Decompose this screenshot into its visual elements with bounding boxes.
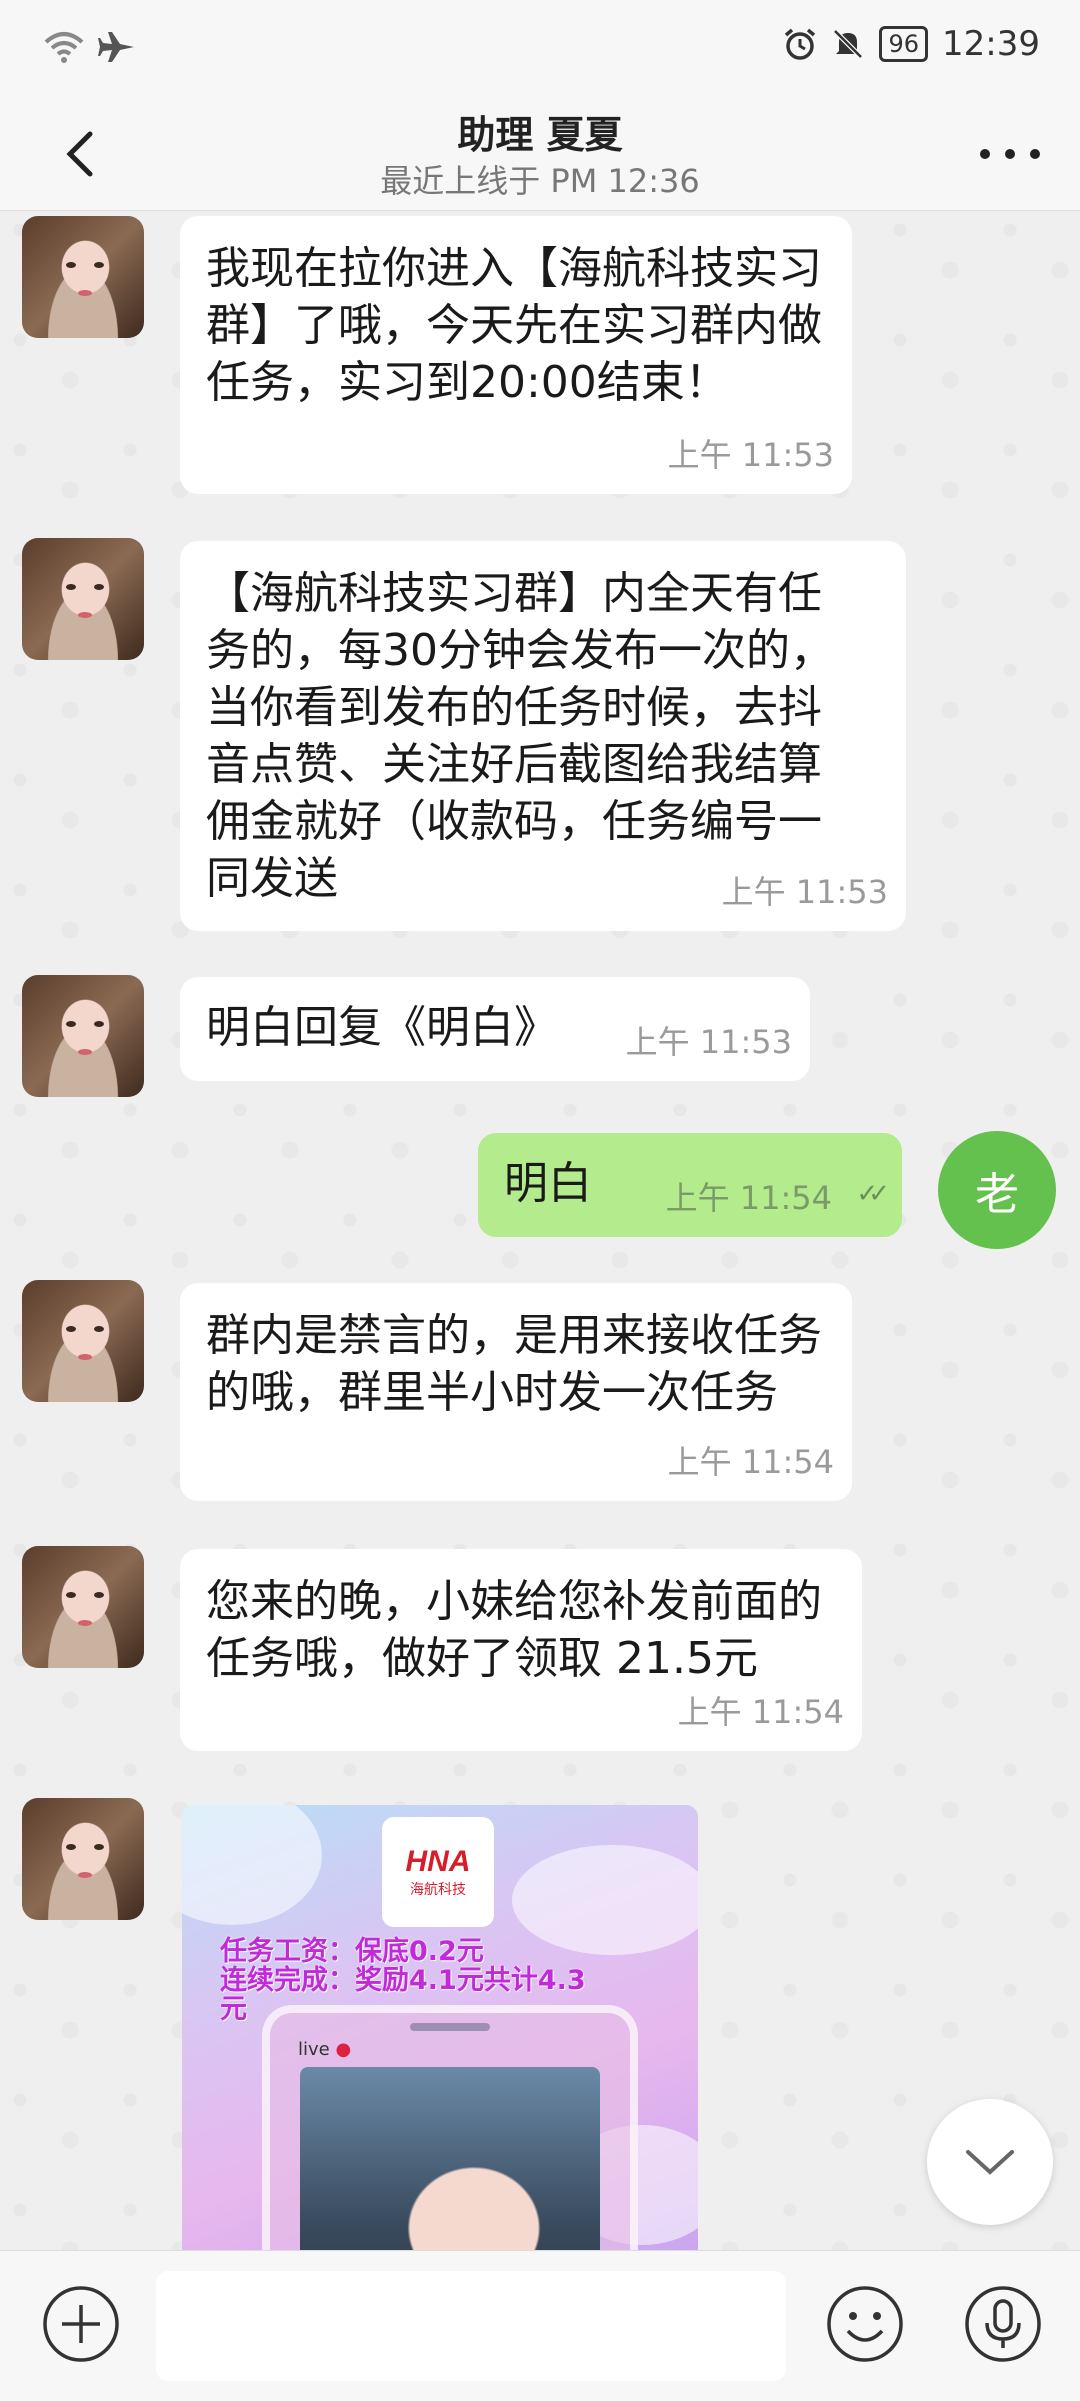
message-time: 上午 11:54 <box>667 1443 834 1481</box>
message-text: 【海航科技实习群】内全天有任务的，每30分钟会发布一次的，当你看到发布的任务时候… <box>206 568 834 904</box>
more-dot-icon <box>1030 149 1040 159</box>
more-dot-icon <box>980 149 990 159</box>
alarm-icon <box>785 28 816 60</box>
chevron-down-icon <box>966 2150 1014 2175</box>
message-time: 上午 11:53 <box>667 436 834 474</box>
emoji-button[interactable] <box>824 2283 906 2365</box>
wifi-icon <box>44 32 84 63</box>
message-bubble[interactable]: 我现在拉你进入【海航科技实习群】了哦，今天先在实习群内做任务，实习到20:00结… <box>180 216 852 494</box>
battery-icon: 96 <box>879 26 929 62</box>
message-text: 群内是禁言的，是用来接收任务的哦，群里半小时发一次任务 <box>206 1310 822 1418</box>
message-time: 上午 11:54 <box>665 1179 832 1217</box>
message-input[interactable] <box>156 2271 786 2381</box>
status-time: 12:39 <box>942 24 1040 64</box>
message-bubble[interactable]: 群内是禁言的，是用来接收任务的哦，群里半小时发一次任务 上午 11:54 <box>180 1283 852 1501</box>
plus-circle-icon <box>43 2286 119 2362</box>
portrait-photo <box>300 2067 600 2250</box>
my-message-bubble[interactable]: 明白 上午 11:54 ✓✓ <box>478 1133 902 1237</box>
contact-avatar[interactable] <box>22 538 144 660</box>
smiley-icon <box>827 2286 903 2362</box>
chat-title: 助理 夏夏 <box>457 113 623 157</box>
voice-button[interactable] <box>962 2283 1044 2365</box>
phone-frame: live ● <box>262 2005 638 2250</box>
scroll-to-bottom-button[interactable] <box>927 2099 1053 2225</box>
contact-avatar[interactable] <box>22 1798 144 1920</box>
cloud-decoration <box>182 1805 322 1925</box>
mute-icon <box>833 29 864 59</box>
message-time: 上午 11:53 <box>625 1023 792 1061</box>
contact-avatar[interactable] <box>22 1546 144 1668</box>
message-time: 上午 11:54 <box>677 1693 844 1731</box>
message-input-bar <box>0 2250 1080 2401</box>
message-bubble[interactable]: 【海航科技实习群】内全天有任务的，每30分钟会发布一次的，当你看到发布的任务时候… <box>180 541 906 931</box>
message-text: 我现在拉你进入【海航科技实习群】了哦，今天先在实习群内做任务，实习到20:00结… <box>206 243 822 408</box>
hna-logo: HNA 海航科技 <box>382 1817 494 1927</box>
message-bubble[interactable]: 明白回复《明白》 上午 11:53 <box>180 977 810 1081</box>
attach-button[interactable] <box>40 2283 122 2365</box>
status-bar: 96 12:39 <box>0 0 1080 96</box>
live-label: live ● <box>298 2039 352 2060</box>
message-text: 您来的晚，小妹给您补发前面的任务哦，做好了领取 21.5元 <box>206 1576 822 1684</box>
microphone-icon <box>965 2286 1041 2362</box>
airplane-icon <box>98 32 134 62</box>
message-bubble[interactable]: 您来的晚，小妹给您补发前面的任务哦，做好了领取 21.5元 上午 11:54 <box>180 1549 862 1751</box>
chat-header: 助理 夏夏 最近上线于 PM 12:36 <box>0 96 1080 211</box>
phone-notch <box>410 2023 490 2031</box>
self-avatar[interactable]: 老 <box>938 1131 1056 1249</box>
read-check-icon: ✓✓ <box>856 1179 889 1209</box>
contact-avatar[interactable] <box>22 975 144 1097</box>
image-message[interactable]: HNA 海航科技 任务工资：保底0.2元 连续完成：奖励4.1元共计4.3 元 … <box>182 1805 698 2250</box>
contact-avatar[interactable] <box>22 216 144 338</box>
contact-avatar[interactable] <box>22 1280 144 1402</box>
message-time: 上午 11:53 <box>721 873 888 911</box>
more-options-button[interactable] <box>980 134 1040 174</box>
last-seen-status: 最近上线于 PM 12:36 <box>380 162 700 200</box>
more-dot-icon <box>1005 149 1015 159</box>
